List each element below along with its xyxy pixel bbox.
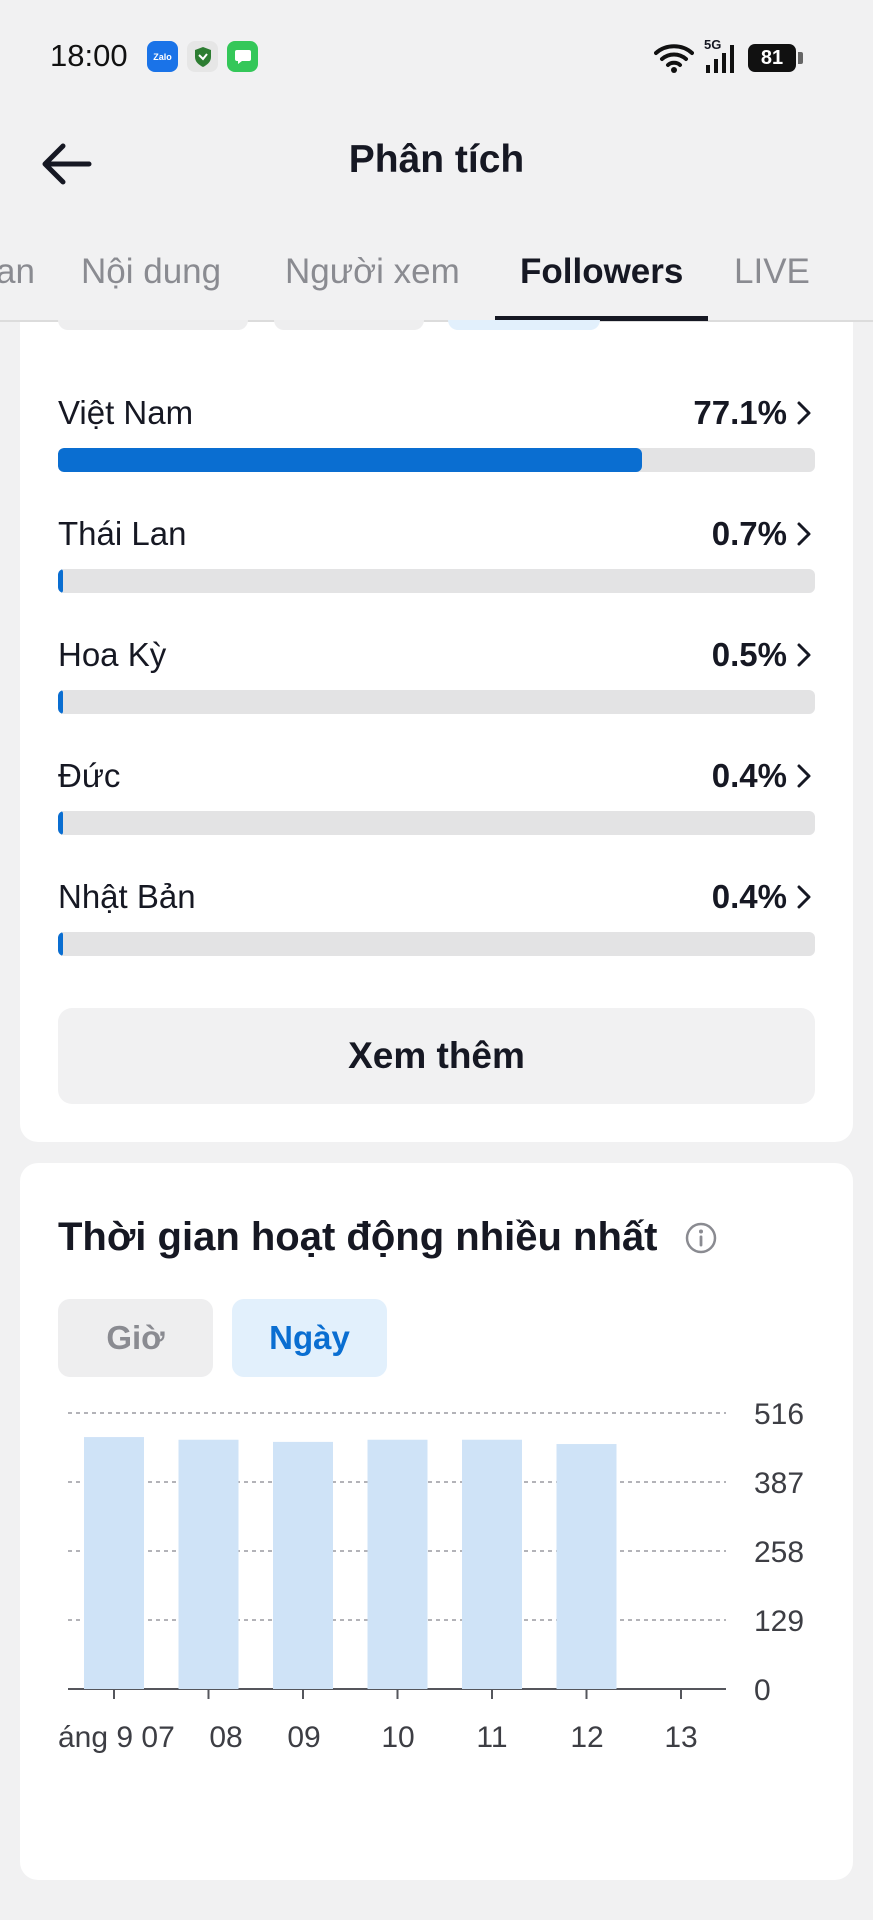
progress-fill	[58, 932, 63, 956]
activity-bar-chart: 516 387 258 129 0 áng 9 07 08 09 10 11 12 13	[58, 1398, 804, 1754]
zalo-icon-label: Zalo	[153, 51, 172, 62]
tab-viewers[interactable]: Người xem	[285, 252, 460, 292]
tab-content[interactable]: Nội dung	[81, 252, 221, 292]
country-name: Việt Nam	[58, 394, 194, 431]
progress-track	[58, 690, 815, 714]
country-name: Thái Lan	[58, 515, 187, 552]
y-tick-label: 258	[754, 1536, 804, 1569]
progress-track	[58, 811, 815, 835]
country-percent: 0.4%	[711, 878, 787, 915]
x-tick-label: áng 9 07	[58, 1721, 175, 1754]
page-title: Phân tích	[348, 138, 525, 181]
chevron-right-icon	[797, 885, 811, 909]
country-name: Nhật Bản	[58, 878, 196, 915]
country-row[interactable]: Hoa Kỳ 0.5%	[58, 636, 815, 736]
x-tick-label: 11	[476, 1721, 507, 1754]
x-tick-label: 08	[209, 1721, 242, 1754]
chart-bar[interactable]	[84, 1437, 144, 1689]
battery-tip	[798, 52, 803, 64]
battery-level: 81	[748, 44, 796, 72]
country-row[interactable]: Thái Lan 0.7%	[58, 515, 815, 615]
country-percent: 0.7%	[711, 515, 787, 552]
filter-chip-ghost[interactable]	[274, 320, 424, 330]
country-name: Đức	[58, 757, 121, 794]
chevron-right-icon	[797, 643, 811, 667]
shield-icon	[187, 41, 218, 72]
chart-bar[interactable]	[556, 1444, 617, 1689]
activity-card: Thời gian hoạt động nhiều nhất Giờ Ngày …	[20, 1163, 853, 1880]
chart-bar[interactable]	[273, 1441, 333, 1689]
tab-live[interactable]: LIVE	[734, 252, 810, 292]
section-title: Thời gian hoạt động nhiều nhất	[58, 1215, 658, 1259]
toggle-hour[interactable]: Giờ	[58, 1299, 213, 1377]
y-tick-label: 129	[754, 1605, 804, 1638]
info-icon[interactable]	[684, 1221, 718, 1255]
x-tick-label: 12	[570, 1721, 603, 1754]
country-percent: 0.4%	[711, 757, 787, 794]
x-tick-label: 13	[664, 1721, 697, 1754]
country-name: Hoa Kỳ	[58, 636, 167, 673]
country-card: Việt Nam 77.1% Thái Lan 0.7% Hoa Kỳ 0.5%…	[20, 320, 853, 1142]
messages-icon	[227, 41, 258, 72]
chart-bar[interactable]	[367, 1439, 428, 1689]
progress-track	[58, 932, 815, 956]
wifi-icon	[654, 44, 694, 73]
chevron-right-icon	[797, 764, 811, 788]
country-percent: 77.1%	[693, 394, 787, 431]
progress-fill	[58, 690, 63, 714]
chevron-right-icon	[797, 401, 811, 425]
zalo-icon: Zalo	[147, 41, 178, 72]
country-row[interactable]: Đức 0.4%	[58, 757, 815, 857]
tab-overview[interactable]: an	[0, 252, 35, 292]
battery-icon: 81	[748, 44, 803, 72]
tab-followers[interactable]: Followers	[520, 252, 683, 292]
cellular-signal-icon: 5G	[704, 37, 738, 75]
chart-bar[interactable]	[178, 1439, 239, 1689]
chart-bar[interactable]	[462, 1439, 522, 1689]
x-tick-label: 09	[287, 1721, 320, 1754]
filter-chip-ghost[interactable]	[58, 320, 248, 330]
progress-track	[58, 569, 815, 593]
filter-chip-ghost[interactable]	[448, 320, 600, 330]
progress-track	[58, 448, 815, 472]
y-tick-label: 516	[754, 1398, 804, 1431]
status-time: 18:00	[50, 38, 128, 73]
toggle-day[interactable]: Ngày	[232, 1299, 387, 1377]
progress-fill	[58, 811, 63, 835]
see-more-button[interactable]: Xem thêm	[58, 1008, 815, 1104]
progress-fill	[58, 569, 64, 593]
chevron-right-icon	[797, 522, 811, 546]
progress-fill	[58, 448, 642, 472]
tab-bar: an Nội dung Người xem Followers LIVE	[0, 212, 873, 322]
country-row[interactable]: Việt Nam 77.1%	[58, 394, 815, 494]
status-indicators: 5G 81	[654, 37, 803, 78]
y-tick-label: 387	[754, 1467, 804, 1500]
header: Phân tích	[0, 112, 873, 212]
country-percent: 0.5%	[711, 636, 787, 673]
x-tick-label: 10	[381, 1721, 414, 1754]
y-tick-label: 0	[754, 1674, 771, 1707]
country-row[interactable]: Nhật Bản 0.4%	[58, 878, 815, 978]
status-bar: 18:00 Zalo 5G 81	[0, 0, 873, 112]
